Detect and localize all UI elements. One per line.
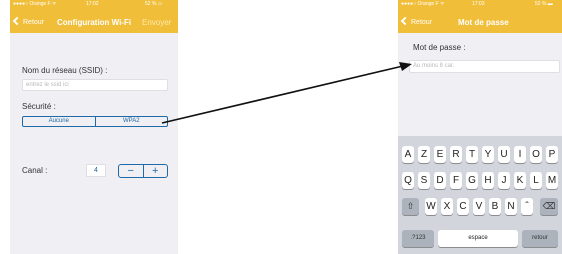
- arrow-line: [161, 65, 404, 124]
- flow-arrow: [161, 62, 412, 124]
- arrow-head-icon: [399, 62, 412, 71]
